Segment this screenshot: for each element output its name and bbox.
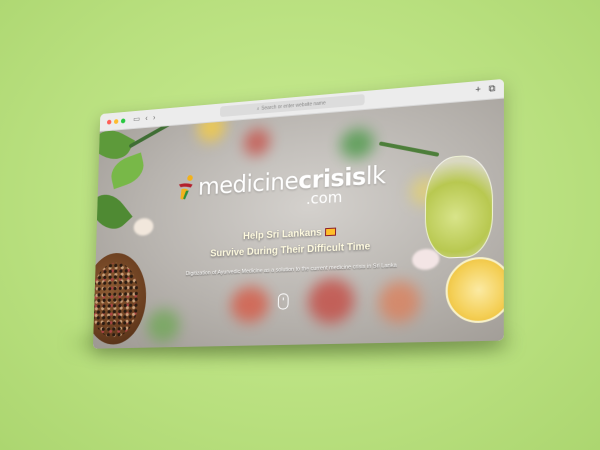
minimize-window-button[interactable] <box>114 119 119 124</box>
browser-window: ▭ ‹ › ⌕ Search or enter website name + ⧉ <box>93 79 504 349</box>
close-window-button[interactable] <box>107 119 111 124</box>
sidebar-icon[interactable]: ▭ <box>133 115 140 123</box>
site-logo[interactable]: medicinecrisislk <box>176 161 386 200</box>
logo-word-lk: lk <box>366 161 386 191</box>
logo-mark <box>176 174 197 200</box>
hero-section: medicinecrisislk .com Help Sri Lankans S… <box>93 99 504 349</box>
bokeh-blur <box>340 127 374 160</box>
bokeh-blur <box>308 278 355 324</box>
basil-leaf <box>93 186 133 237</box>
address-placeholder: Search or enter website name <box>261 100 325 111</box>
bokeh-blur <box>378 280 420 323</box>
plus-icon[interactable]: + <box>475 84 481 96</box>
zoom-window-button[interactable] <box>121 118 126 123</box>
logo-word-medicine: medicine <box>198 167 299 201</box>
search-icon: ⌕ <box>257 106 260 112</box>
herb-sprig <box>379 141 440 157</box>
hero-headline: Help Sri Lankans Survive During Their Di… <box>96 216 504 268</box>
mouse-scroll-icon[interactable] <box>278 293 289 309</box>
bokeh-blur <box>243 128 270 157</box>
back-icon[interactable]: ‹ <box>145 115 148 123</box>
forward-icon[interactable]: › <box>153 114 156 122</box>
logo-wordmark: medicinecrisislk <box>198 163 386 199</box>
headline-line-1: Help Sri Lankans <box>243 227 322 242</box>
tabs-icon[interactable]: ⧉ <box>488 83 495 95</box>
bokeh-blur <box>147 309 181 343</box>
logo-domain: .com <box>306 190 343 207</box>
sri-lanka-flag-icon <box>325 228 336 237</box>
bokeh-blur <box>230 286 269 323</box>
